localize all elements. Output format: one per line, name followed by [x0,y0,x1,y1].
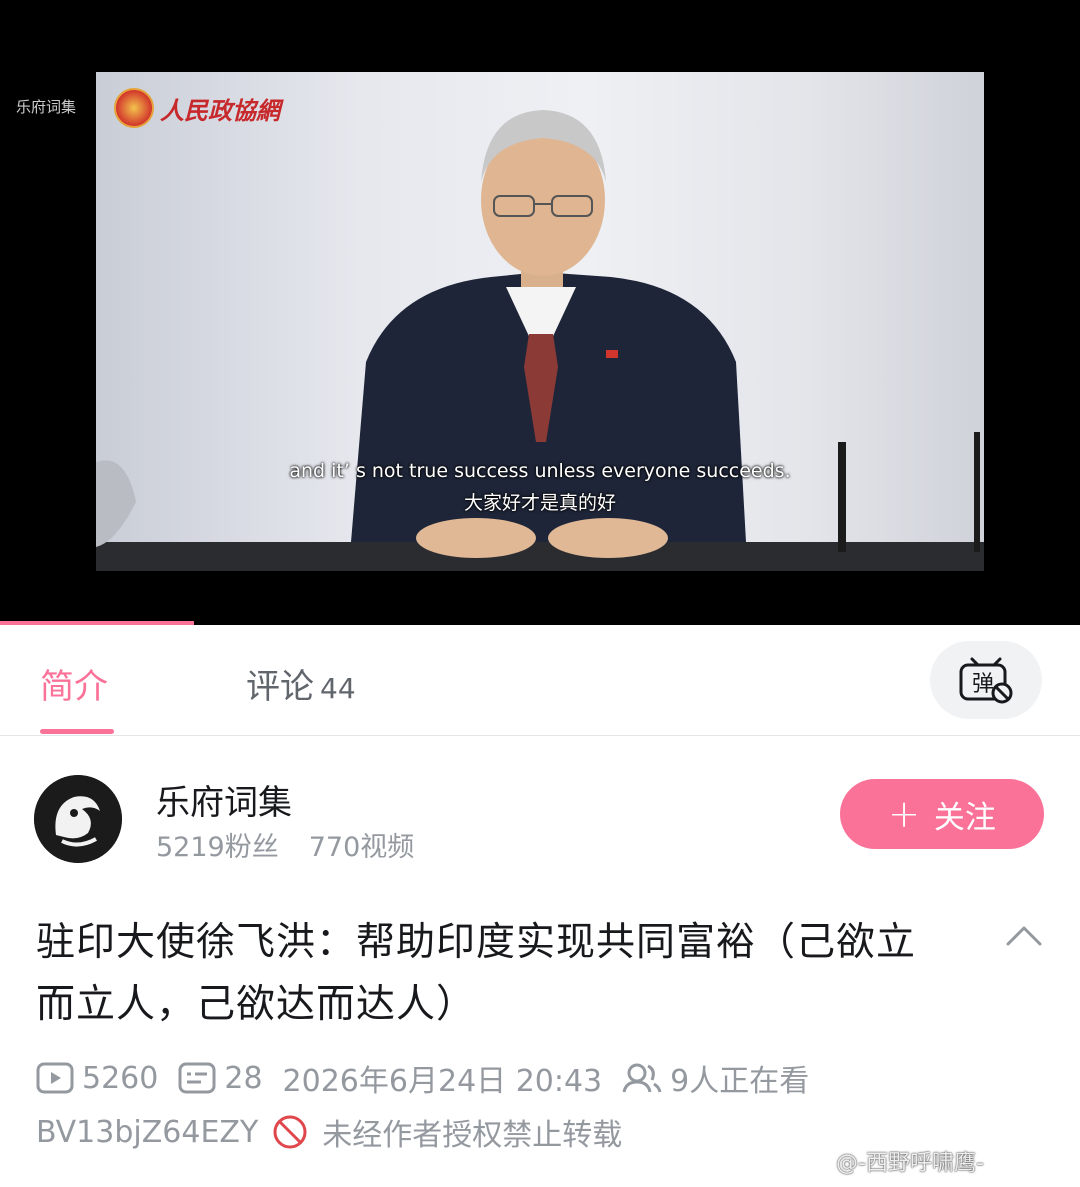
follow-button[interactable]: + 关注 [840,779,1044,849]
uploader-section: 乐府词集 5219粉丝 770视频 + 关注 [0,735,1080,885]
broadcaster-logo: 人民政協網 [114,88,280,128]
video-meta-secondary: BV13bjZ64EZY 未经作者授权禁止转载 [36,1110,622,1154]
danmaku-count-icon [178,1062,216,1094]
tab-intro[interactable]: 简介 [40,659,108,708]
video-title: 驻印大使徐飞洪：帮助印度实现共同富裕（己欲立而立人，己欲达而达人） [36,920,917,1027]
danmaku-stat: 28 [178,1060,263,1096]
bvid[interactable]: BV13bjZ64EZY [36,1115,258,1150]
follower-count: 5219粉丝 [156,832,279,863]
copyright-notice: 未经作者授权禁止转载 [322,1118,623,1153]
svg-text:弹: 弹 [972,672,994,697]
play-count-icon [36,1062,74,1094]
danmaku-toggle-button[interactable]: 弹 [930,641,1042,719]
video-player[interactable]: 乐府词集 人民政協網 and it’ s not true success un… [0,0,1080,625]
comments-count: 44 [320,672,356,705]
views-stat: 5260 [36,1061,158,1096]
watching-stat: 9人正在看 [622,1056,809,1100]
subtitle-english: and it’ s not true success unless everyo… [289,460,791,482]
chevron-up-icon[interactable] [1004,922,1044,952]
tab-bar: 简介 评论 44 弹 [0,625,1080,736]
publish-time: 2026年6月24日 20:43 [282,1064,603,1099]
uploader-name[interactable]: 乐府词集 [156,775,292,824]
watching-now: 9人正在看 [670,1064,810,1099]
broadcaster-logo-text: 人民政協網 [160,95,280,125]
danmaku-off-icon: 弹 [959,657,1013,704]
active-tab-indicator [40,729,114,734]
view-count: 5260 [82,1060,159,1096]
plus-icon: + [888,792,920,836]
video-meta: 5260 28 2026年6月24日 20:43 9人正在看 [36,1056,1036,1100]
video-count: 770视频 [308,832,415,863]
follow-label: 关注 [933,799,996,836]
danmaku-count: 28 [224,1060,263,1096]
avatar-image [34,775,122,863]
viewers-icon [622,1063,662,1093]
weibo-watermark: @-西野呼啸鹰- [836,1151,984,1176]
subtitle-chinese: 大家好才是真的好 [463,492,616,514]
emblem-icon [114,88,154,128]
prohibited-icon [273,1115,307,1149]
channel-watermark: 乐府词集 [16,98,77,116]
avatar[interactable] [34,775,122,863]
tab-comments-label: 评论 [246,667,314,707]
tab-comments[interactable]: 评论 44 [246,659,356,708]
uploader-stats: 5219粉丝 770视频 [156,825,414,864]
